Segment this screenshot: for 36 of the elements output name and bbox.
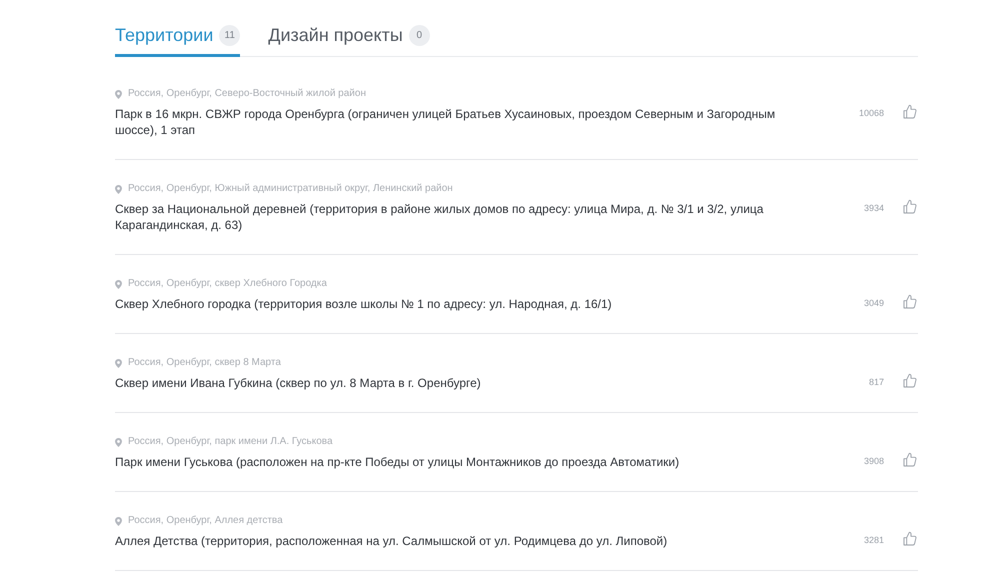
like-count: 3049 [864, 297, 884, 310]
territory-title[interactable]: Сквер за Национальной деревней (территория в районе жилых домов по адресу: улица Мира, д. № 3/1 и 3/2, улица Карагандинская, д. 63) [115, 201, 795, 233]
location-text: Россия, Оренбург, сквер 8 Марта [128, 357, 281, 369]
thumbs-up-icon[interactable] [902, 373, 918, 389]
location-pin-icon [115, 90, 122, 98]
location-text: Россия, Оренбург, сквер Хлебного Городка [128, 278, 327, 290]
territory-title[interactable]: Парк имени Гуськова (расположен на пр-кте Победы от улицы Монтажников до проезда Автоматики) [115, 454, 795, 470]
location-text: Россия, Оренбург, Северо-Восточный жилой район [128, 88, 366, 100]
like-count: 817 [868, 376, 884, 389]
thumbs-up-icon[interactable] [902, 531, 918, 547]
location-pin-icon [115, 438, 122, 446]
location-text: Россия, Оренбург, Южный административный округ, Ленинский район [128, 183, 453, 195]
location-text: Россия, Оренбург, парк имени Л.А. Гуськова [128, 436, 333, 448]
tab-count: 11 [219, 25, 240, 46]
territory-title[interactable]: Сквер Хлебного городка (территория возле школы № 1 по адресу: ул. Народная, д. 16/1) [115, 296, 795, 312]
like-count: 10068 [858, 107, 884, 120]
tab[interactable]: Дизайн проекты 0 [268, 22, 430, 57]
thumbs-up-icon[interactable] [902, 294, 918, 310]
location-pin-icon [115, 358, 122, 368]
territory-title[interactable]: Аллея Детства (территория, расположенная на ул. Салмышской от ул. Родимцева до ул. Липовой) [115, 533, 795, 549]
location-pin-icon [115, 516, 122, 526]
like-count: 3281 [864, 534, 884, 547]
location-pin-icon [115, 184, 122, 194]
thumbs-up-icon[interactable] [902, 104, 918, 120]
thumbs-up-icon[interactable] [902, 199, 918, 215]
territory-title[interactable]: Парк в 16 мкрн. СВЖР города Оренбурга (ограничен улицей Братьев Хусаиновых, проездом Северным и Загородным шоссе), 1 этап [115, 106, 795, 138]
tab-label: Территории [115, 24, 214, 47]
tab-count: 0 [408, 25, 430, 46]
thumbs-up-icon[interactable] [902, 452, 918, 468]
location-pin-icon [115, 280, 122, 288]
location-text: Россия, Оренбург, Аллея детства [128, 515, 283, 527]
like-count: 3934 [864, 202, 884, 215]
territory-title[interactable]: Сквер имени Ивана Губкина (сквер по ул. 8 Марта в г. Оренбурге) [115, 375, 795, 391]
tab[interactable]: Территории 11 [115, 22, 240, 57]
like-count: 3908 [864, 455, 884, 468]
tab-label: Дизайн проекты [268, 24, 403, 47]
